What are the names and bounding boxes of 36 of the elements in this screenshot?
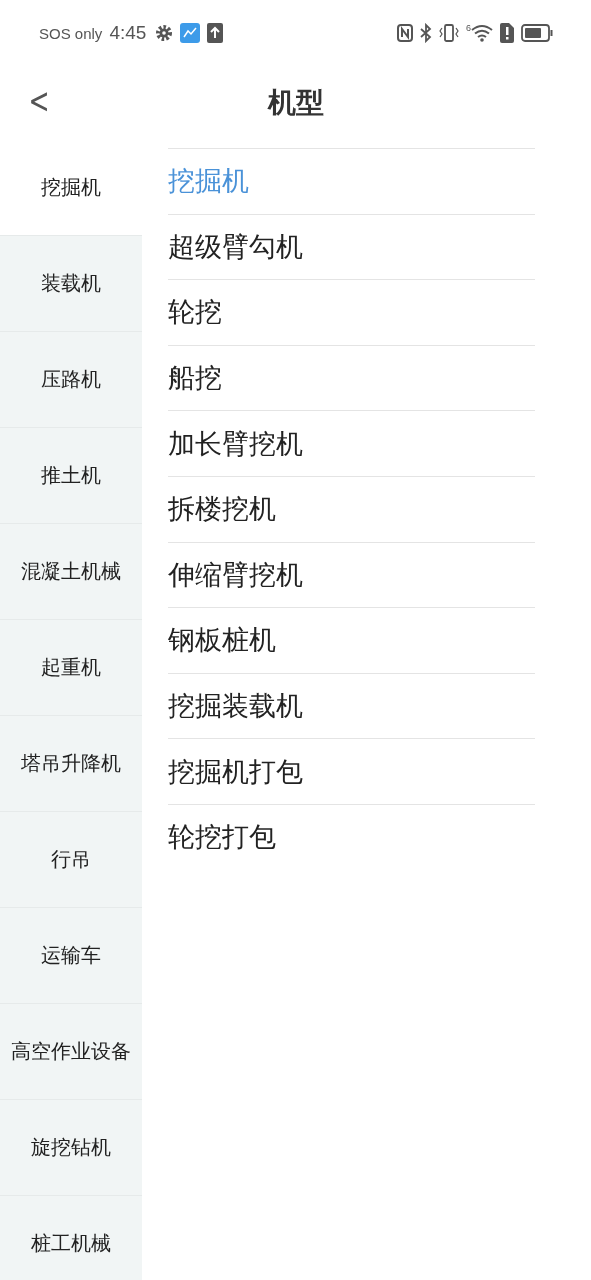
category-item[interactable]: 行吊	[0, 812, 142, 908]
model-item[interactable]: 轮挖	[168, 279, 535, 345]
category-item[interactable]: 起重机	[0, 620, 142, 716]
sim-alert-icon	[500, 23, 514, 43]
wifi-generation-text: 6	[466, 24, 471, 33]
upload-icon	[207, 23, 224, 43]
model-item[interactable]: 伸缩臂挖机	[168, 541, 535, 608]
model-item[interactable]: 钢板桩机	[168, 607, 535, 673]
category-item[interactable]: 压路机	[0, 332, 142, 428]
gear-icon	[155, 24, 174, 42]
app-icon	[180, 23, 201, 43]
model-item[interactable]: 轮挖打包	[168, 803, 535, 870]
nfc-icon	[397, 24, 413, 42]
category-item[interactable]: 塔吊升降机	[0, 716, 142, 812]
category-item[interactable]: 混凝土机械	[0, 524, 142, 620]
model-item[interactable]: 船挖	[168, 344, 535, 411]
category-item[interactable]: 推土机	[0, 428, 142, 524]
category-item[interactable]: 旋挖钻机	[0, 1100, 142, 1196]
model-item[interactable]: 拆楼挖机	[168, 475, 535, 542]
category-item[interactable]: 挖掘机	[0, 140, 142, 236]
model-item[interactable]: 加长臂挖机	[168, 410, 535, 476]
wifi-icon	[471, 24, 493, 42]
category-item[interactable]: 装载机	[0, 236, 142, 332]
clock-time: 4:45	[109, 22, 147, 44]
battery-icon	[521, 24, 553, 42]
page-title: 机型	[267, 85, 324, 121]
model-item[interactable]: 超级臂勾机	[168, 213, 535, 280]
category-item[interactable]: 桩工机械	[0, 1196, 142, 1280]
model-item[interactable]: 挖掘装载机	[168, 672, 535, 739]
model-item[interactable]: 挖掘机打包	[168, 738, 535, 804]
category-item[interactable]: 高空作业设备	[0, 1004, 142, 1100]
carrier-text: SOS only	[39, 24, 103, 42]
back-button[interactable]: <	[24, 80, 54, 121]
bluetooth-icon	[420, 23, 432, 43]
vibrate-icon	[439, 23, 459, 43]
category-item[interactable]: 运输车	[0, 908, 142, 1004]
